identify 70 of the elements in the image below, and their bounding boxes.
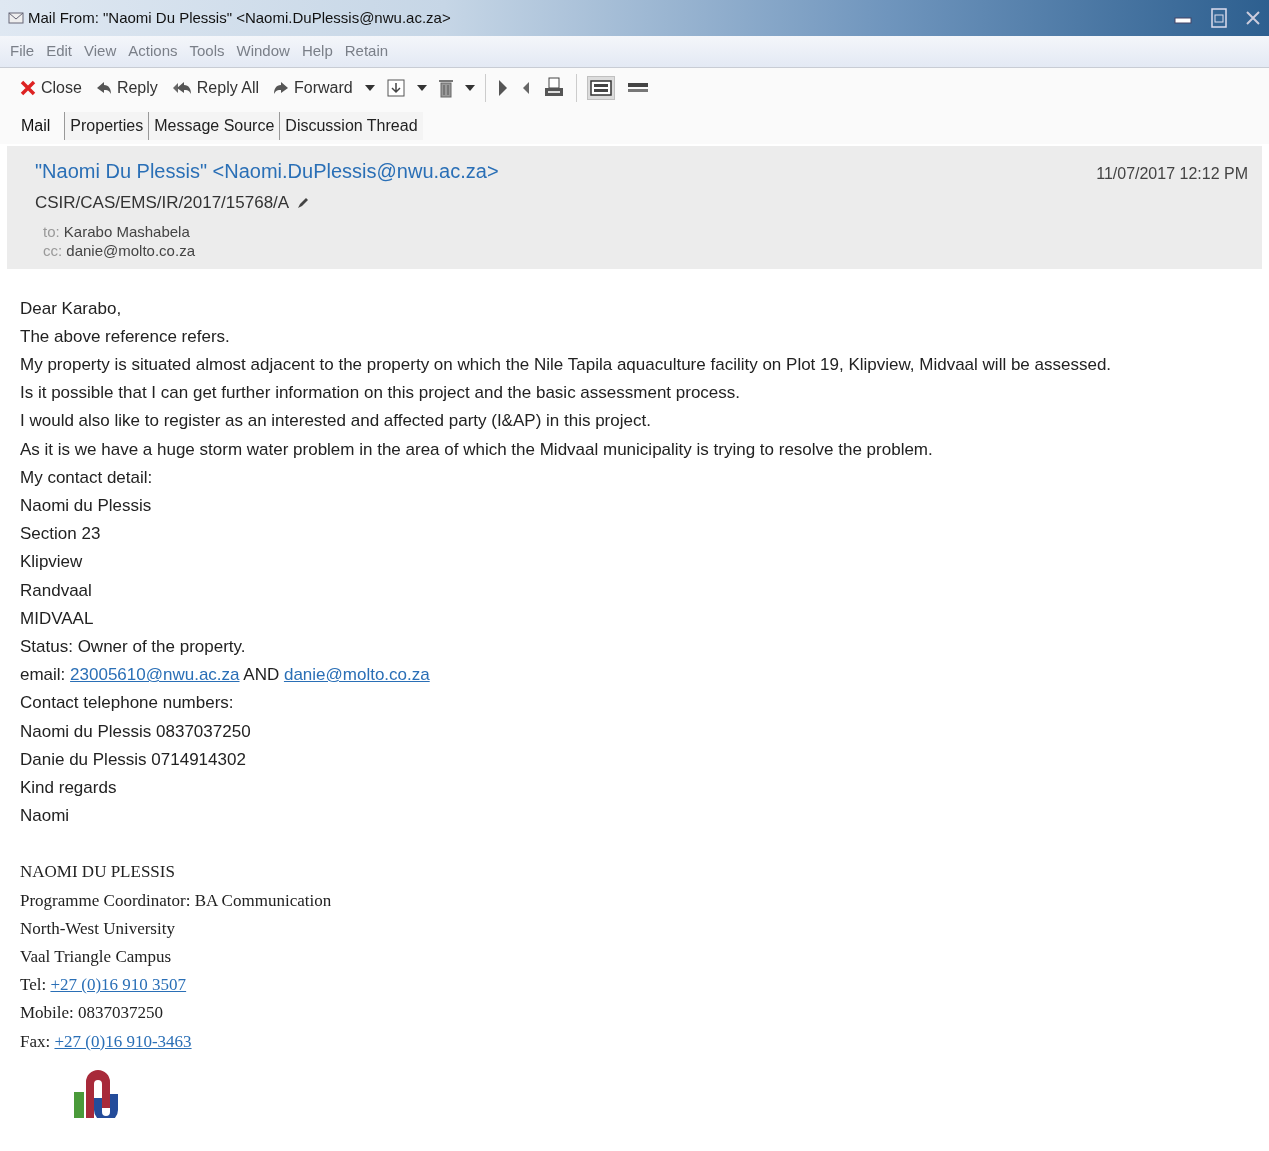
- body-text: Danie du Plessis 0714914302: [20, 748, 247, 771]
- previous-icon: [521, 81, 530, 95]
- caret-icon: [364, 85, 375, 91]
- body-text: Naomi: [20, 805, 71, 828]
- view-toggle[interactable]: [586, 76, 615, 100]
- signature-line: Programme Coordinator: BA Communication: [20, 889, 333, 912]
- subject: CSIR/CAS/EMS/IR/2017/15768/A: [35, 192, 290, 214]
- download-icon: [386, 79, 405, 97]
- caret-icon: [464, 85, 475, 91]
- next-icon: [497, 79, 508, 97]
- toolbar-button[interactable]: Forward: [271, 73, 355, 103]
- close-icon: [1245, 10, 1261, 26]
- email-link[interactable]: 23005610@nwu.ac.za: [70, 665, 240, 685]
- body-text: Is it possible that I can get further information on this project and the basic assessment process.: [20, 382, 742, 405]
- menu-item[interactable]: File: [10, 40, 35, 63]
- signature-line: North-West University: [20, 917, 176, 940]
- signature-line: Fax: +27 (0)16 910-3463: [20, 1030, 193, 1053]
- signature-line: Vaal Triangle Campus: [20, 945, 173, 968]
- body-text: My property is situated almost adjacent to the property on which the Nile Tapila aquaculture facility on Plot 19, Klipview, Midvaal will be assessed.: [20, 353, 1113, 376]
- printer-icon: [543, 77, 564, 99]
- cc-line: cc: danie@molto.co.za: [43, 241, 196, 261]
- menu-item[interactable]: Actions: [128, 40, 178, 63]
- signature-line: Tel: +27 (0)16 910 3507: [20, 974, 188, 997]
- tab[interactable]: Properties: [64, 112, 149, 140]
- menu-item[interactable]: Help: [301, 40, 333, 63]
- menu-item[interactable]: Edit: [46, 40, 73, 63]
- body-text: Randvaal: [20, 579, 93, 602]
- date: 11/07/2017 12:12 PM: [1096, 164, 1248, 184]
- body-text: email: 23005610@nwu.ac.za AND danie@molto.co.za: [20, 664, 431, 687]
- body-text: Klipview: [20, 551, 84, 574]
- signature-line: Mobile: 0837037250: [20, 1002, 165, 1025]
- signature-line: NAOMI DU PLESSIS: [20, 861, 176, 884]
- body-text: I would also like to register as an interested and affected party (I&AP) in this project.: [20, 410, 652, 433]
- reply-all-icon: [171, 81, 192, 95]
- toolbar-button[interactable]: Close: [18, 73, 84, 103]
- trash-icon: [438, 78, 453, 98]
- toolbar-button[interactable]: Reply: [93, 73, 160, 103]
- close-icon: [20, 80, 36, 96]
- body-text: As it is we have a huge storm water problem in the area of which the Midvaal municipality is trying to resolve the problem.: [20, 438, 934, 461]
- body-text: MIDVAAL: [20, 607, 95, 630]
- menu-item[interactable]: Retain: [344, 40, 389, 63]
- pencil-icon: [297, 196, 310, 209]
- phone-link[interactable]: +27 (0)16 910-3463: [54, 1031, 192, 1051]
- email-link[interactable]: danie@molto.co.za: [283, 665, 430, 685]
- menu-item[interactable]: Tools: [189, 40, 225, 63]
- layout-icon: [589, 80, 612, 96]
- menu-item[interactable]: View: [84, 40, 117, 63]
- body-text: The above reference refers.: [20, 325, 231, 348]
- body-text: Contact telephone numbers:: [20, 692, 235, 715]
- phone-link[interactable]: +27 (0)16 910 3507: [50, 975, 187, 995]
- menu-item[interactable]: Window: [236, 40, 290, 63]
- body-text: Section 23: [20, 523, 102, 546]
- restore-icon: [1211, 8, 1227, 28]
- body-text: Naomi du Plessis: [20, 494, 153, 517]
- recipient-line: to: Karabo Mashabela: [43, 221, 191, 241]
- envelope-icon: [8, 12, 24, 24]
- body-text: Naomi du Plessis 0837037250: [20, 720, 252, 743]
- toolbar-button[interactable]: Reply All: [169, 73, 262, 103]
- body-text: Status: Owner of the property.: [20, 635, 247, 658]
- tab[interactable]: Message Source: [148, 112, 280, 140]
- body-text: Dear Karabo,: [20, 297, 123, 320]
- body-text: My contact detail:: [20, 466, 154, 489]
- sender-address: "Naomi Du Plessis" <Naomi.DuPlessis@nwu.ac.za>: [35, 159, 499, 184]
- window-title: Mail From: "Naomi Du Plessis" <Naomi.DuPlessis@nwu.ac.za>: [28, 7, 451, 28]
- reply-icon: [95, 81, 112, 95]
- toolbar-button[interactable]: [384, 76, 407, 100]
- caret-icon: [416, 85, 427, 91]
- tab[interactable]: Discussion Thread: [279, 112, 423, 140]
- forward-icon: [273, 81, 290, 95]
- body-text: Kind regards: [20, 776, 118, 799]
